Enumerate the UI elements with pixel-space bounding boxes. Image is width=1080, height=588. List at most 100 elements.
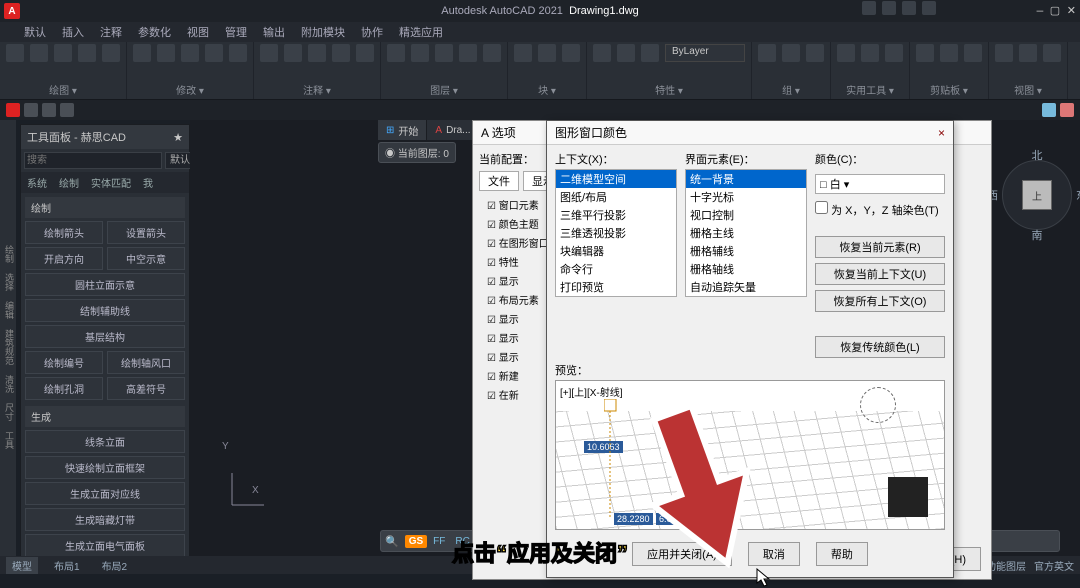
menu-item[interactable]: 输出 [263,24,285,40]
ribbon-icon[interactable] [157,44,175,62]
ribbon-icon[interactable] [229,44,247,62]
ribbon-icon[interactable] [483,44,501,62]
palette-tab[interactable]: 绘制 [53,172,85,193]
ribbon-icon[interactable] [514,44,532,62]
palette-tab[interactable]: 系统 [21,172,53,193]
palette-tab[interactable]: 我 [137,172,159,193]
ribbon-icon[interactable] [284,44,302,62]
menu-item[interactable]: 视图 [187,24,209,40]
ribbon-icon[interactable] [593,44,611,62]
side-tab[interactable]: 编辑 [0,301,16,319]
palette-button[interactable]: 生成立面对应线 [25,482,185,505]
status-toggle[interactable]: 官方英文 [1034,558,1074,573]
ribbon-group-label[interactable]: 剪贴板 ▾ [916,82,982,97]
list-item[interactable]: 命令行 [556,260,676,278]
list-item[interactable]: 二维模型空间 [556,170,676,188]
list-item[interactable]: 视口控制 [686,206,806,224]
list-item[interactable]: 块编辑器 [556,242,676,260]
menu-item[interactable]: 管理 [225,24,247,40]
options-tab[interactable]: 文件 [479,171,519,191]
status-toggle[interactable]: 功能图层 [986,558,1026,573]
ribbon-group-label[interactable]: 特性 ▾ [593,82,745,97]
ribbon-icon[interactable] [102,44,120,62]
ribbon-icon[interactable] [538,44,556,62]
ribbon-icon[interactable] [411,44,429,62]
close-icon[interactable]: × [938,126,945,140]
ribbon-icon[interactable] [995,44,1013,62]
element-list[interactable]: 统一背景十字光标视口控制栅格主线栅格辅线栅格轴线自动追踪矢量二维自动捕捉标记三维… [685,169,807,297]
ribbon-icon[interactable] [916,44,934,62]
bylayer-dropdown[interactable]: ByLayer [665,44,745,62]
palette-button[interactable]: 基层结构 [25,325,185,348]
list-item[interactable]: 图纸/布局 [556,188,676,206]
cancel-button[interactable]: 取消 [748,542,800,566]
ribbon-icon[interactable] [940,44,958,62]
gs-chip[interactable]: GS [405,535,427,548]
palette-tab[interactable]: 实体匹配 [85,172,137,193]
cmd-alias[interactable]: FF [433,536,445,547]
ribbon-icon[interactable] [332,44,350,62]
color-select[interactable]: □ 白 ▾ [815,174,945,194]
ribbon-icon[interactable] [356,44,374,62]
palette-button[interactable]: 开启方向 [25,247,103,270]
ribbon-icon[interactable] [387,44,405,62]
ribbon-icon[interactable] [562,44,580,62]
palette-button[interactable]: 生成立面电气面板 [25,534,185,557]
ribbon-group-label[interactable]: 图层 ▾ [387,82,501,97]
list-item[interactable]: 统一背景 [686,170,806,188]
side-tab[interactable]: 清洗 [0,375,16,393]
context-list[interactable]: 二维模型空间图纸/布局三维平行投影三维透视投影块编辑器命令行打印预览 [555,169,677,297]
ribbon-icon[interactable] [308,44,326,62]
menu-item[interactable]: 精选应用 [399,24,443,40]
ribbon-icon[interactable] [964,44,982,62]
menu-item[interactable]: 默认 [24,24,46,40]
palette-button[interactable]: 绘制箭头 [25,221,103,244]
list-item[interactable]: 三维透视投影 [556,224,676,242]
ribbon-group-label[interactable]: 组 ▾ [758,82,824,97]
palette-button[interactable]: 绘制编号 [25,351,103,374]
palette-button[interactable]: 绘制孔洞 [25,377,103,400]
side-tab[interactable]: 选择 [0,273,16,291]
ribbon-icon[interactable] [205,44,223,62]
palette-button[interactable]: 生成暗藏灯带 [25,508,185,531]
ribbon-group-label[interactable]: 视图 ▾ [995,82,1061,97]
ribbon-icon[interactable] [54,44,72,62]
star-icon[interactable]: ★ [173,131,183,144]
ribbon-icon[interactable] [78,44,96,62]
list-item[interactable]: 十字光标 [686,188,806,206]
palette-button[interactable]: 圆柱立面示意 [25,273,185,296]
ribbon-icon[interactable] [30,44,48,62]
window-controls[interactable]: — ▢ ✕ [1037,4,1076,18]
ribbon-icon[interactable] [837,44,855,62]
ribbon-icon[interactable] [782,44,800,62]
palette-section-draw[interactable]: 绘制 [25,197,185,218]
list-item[interactable]: 栅格主线 [686,224,806,242]
ribbon-icon[interactable] [806,44,824,62]
palette-button[interactable]: 设置箭头 [107,221,185,244]
view-cube[interactable]: 上 北 东 南 西 [1002,160,1072,230]
ribbon-group-label[interactable]: 实用工具 ▾ [837,82,903,97]
side-tab[interactable]: 绘制 [0,245,16,263]
ribbon-group-label[interactable]: 注释 ▾ [260,82,374,97]
palette-button[interactable]: 中空示意 [107,247,185,270]
ribbon-group-label[interactable]: 绘图 ▾ [6,82,120,97]
list-item[interactable]: 自动追踪矢量 [686,278,806,296]
ribbon-group-label[interactable]: 块 ▾ [514,82,580,97]
palette-search-input[interactable] [24,152,162,169]
list-item[interactable]: 三维平行投影 [556,206,676,224]
palette-button[interactable]: 结制辅助线 [25,299,185,322]
model-tab[interactable]: 布局2 [96,557,134,574]
palette-button[interactable]: 线条立面 [25,430,185,453]
list-item[interactable]: 栅格轴线 [686,260,806,278]
palette-button[interactable]: 绘制轴风口 [107,351,185,374]
ribbon-icon[interactable] [459,44,477,62]
palette-section-generate[interactable]: 生成 [25,406,185,427]
palette-button[interactable]: 快速绘制立面框架 [25,456,185,479]
menu-item[interactable]: 插入 [62,24,84,40]
ribbon-icon[interactable] [885,44,903,62]
ribbon-icon[interactable] [641,44,659,62]
ribbon-icon[interactable] [861,44,879,62]
ribbon-icon[interactable] [6,44,24,62]
restore-context-button[interactable]: 恢复当前上下文(U) [815,263,945,285]
apply-close-button[interactable]: 应用并关闭(A) [632,542,732,566]
